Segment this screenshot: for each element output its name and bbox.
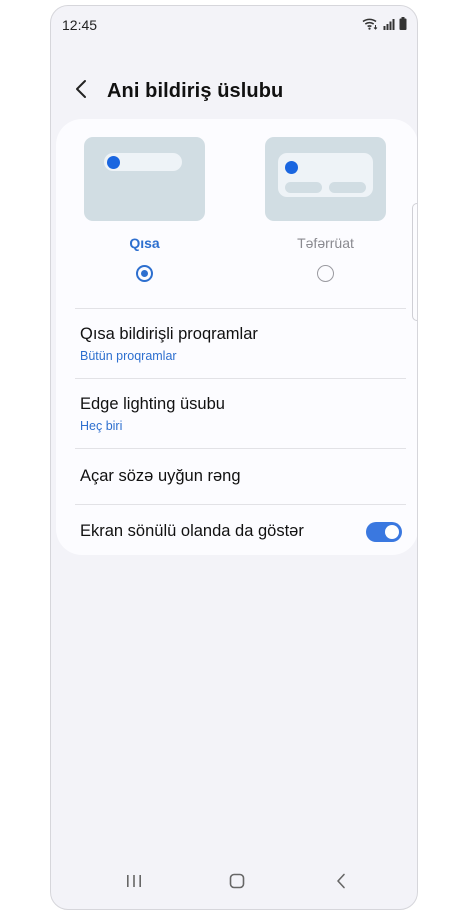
- status-icons: [362, 17, 407, 35]
- row-subtitle: Bütün proqramlar: [80, 349, 177, 363]
- radio-short[interactable]: [136, 265, 153, 282]
- row-show-when-screen-off[interactable]: Ekran sönülü olanda da göstər: [75, 505, 406, 555]
- row-short-notification-apps[interactable]: Qısa bildirişli proqramlar Bütün proqram…: [75, 309, 406, 378]
- back-icon: [336, 873, 346, 894]
- row-subtitle: Heç biri: [80, 419, 123, 433]
- row-title: Açar sözə uyğun rəng: [80, 467, 241, 485]
- toggle-knob: [385, 525, 399, 539]
- detailed-style-preview: [265, 137, 386, 221]
- side-scroll-handle[interactable]: [412, 203, 417, 321]
- row-keyword-color[interactable]: Açar sözə uyğun rəng: [75, 449, 406, 504]
- back-button[interactable]: [69, 78, 93, 104]
- signal-icon: [383, 17, 395, 35]
- status-time: 12:45: [62, 17, 98, 33]
- preview-bar: [329, 182, 366, 193]
- option-label-short: Qısa: [129, 235, 160, 251]
- page-title: Ani bildiriş üslubu: [107, 80, 284, 102]
- home-button[interactable]: [224, 873, 250, 893]
- recent-apps-button[interactable]: [121, 873, 147, 893]
- screen-off-toggle[interactable]: [366, 522, 402, 542]
- navigation-bar: [51, 861, 417, 909]
- app-header: Ani bildiriş üslubu: [51, 68, 417, 114]
- style-option-short[interactable]: Qısa: [84, 137, 205, 282]
- wifi-icon: [362, 17, 379, 35]
- row-title: Edge lighting üsubu: [80, 395, 225, 413]
- home-icon: [229, 873, 245, 894]
- row-title: Qısa bildirişli proqramlar: [80, 325, 258, 343]
- status-bar: 12:45: [51, 6, 417, 42]
- nav-back-button[interactable]: [328, 873, 354, 893]
- recent-apps-icon: [125, 874, 143, 893]
- chevron-left-icon: [75, 79, 87, 104]
- row-edge-lighting-style[interactable]: Edge lighting üsubu Heç biri: [75, 379, 406, 448]
- settings-card: Qısa Təfərrüat Qısa bildirişli proqramla…: [56, 119, 417, 555]
- row-title: Ekran sönülü olanda da göstər: [80, 522, 304, 540]
- battery-icon: [399, 17, 407, 35]
- preview-bar: [285, 182, 322, 193]
- style-option-detailed[interactable]: Təfərrüat: [265, 137, 386, 282]
- preview-dot: [107, 156, 120, 169]
- radio-detailed[interactable]: [317, 265, 334, 282]
- preview-dot: [285, 161, 298, 174]
- option-label-detailed: Təfərrüat: [297, 235, 354, 251]
- short-style-preview: [84, 137, 205, 221]
- phone-screen: 12:45 Ani bildiriş üslubu Qısa Təfərrüat…: [50, 5, 418, 910]
